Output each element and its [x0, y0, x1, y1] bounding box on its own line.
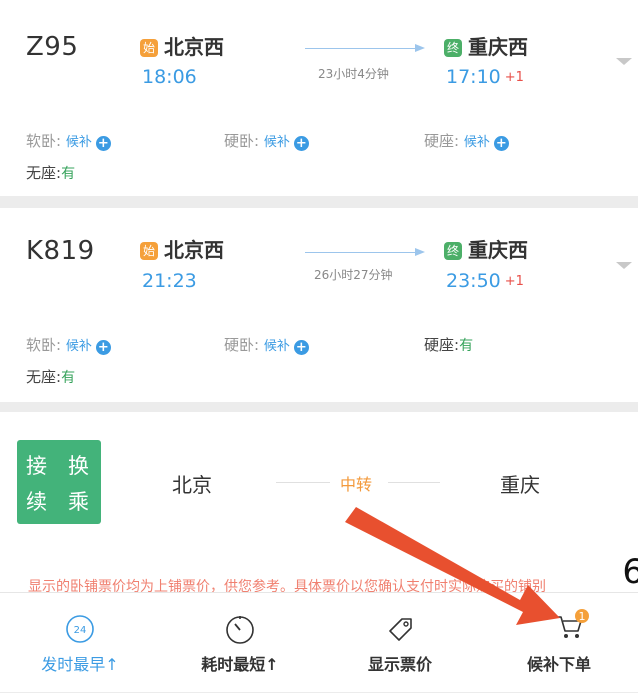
transfer-from-city: 北京 — [172, 473, 212, 497]
transfer-badge: 接 换 续 乘 — [17, 440, 101, 524]
chevron-down-icon[interactable] — [616, 58, 632, 65]
sort-shortest-button[interactable]: 耗时最短↑ — [160, 593, 320, 693]
arrival-station: 终重庆西 — [444, 31, 528, 60]
edge-char: 6 — [622, 552, 638, 592]
arrival-time: 17:10 +1 — [446, 66, 524, 88]
divider — [276, 482, 330, 483]
train-card-k819[interactable]: K819 始北京西 21:23 26小时27分钟 终重庆西 23:50 +1 软卧… — [0, 208, 638, 402]
waitlist-count-badge: 1 — [578, 610, 585, 623]
trip-duration: 23小时4分钟 — [318, 67, 389, 81]
departure-time: 21:23 — [142, 270, 197, 292]
route-arrow-head — [415, 44, 425, 52]
sort-earliest-label: 发时最早↑ — [41, 655, 119, 674]
add-waitlist-icon: + — [95, 340, 111, 355]
seat-hard-sleeper[interactable]: 硬卧: 候补 + — [224, 130, 309, 151]
seat-hard-seat: 硬座:有 — [424, 336, 474, 354]
price-tag-icon — [389, 618, 412, 641]
departure-time: 18:06 — [142, 66, 197, 88]
seat-soft-sleeper[interactable]: 软卧: 候补 + — [26, 130, 111, 151]
timer-icon — [226, 616, 254, 644]
train-number: Z95 — [26, 32, 79, 62]
add-waitlist-icon: + — [95, 136, 111, 151]
day-offset: +1 — [504, 70, 524, 85]
train-number: K819 — [26, 236, 95, 266]
departure-station: 始北京西 — [140, 234, 224, 263]
transfer-option[interactable]: 接 换 续 乘 北京 中转 重庆 — [0, 412, 638, 552]
add-waitlist-icon: + — [293, 136, 309, 151]
train-card-z95[interactable]: Z95 始北京西 18:06 23小时4分钟 终重庆西 17:10 +1 软卧: … — [0, 0, 638, 196]
departure-station: 始北京西 — [140, 31, 224, 60]
seat-hard-seat[interactable]: 硬座: 候补 + — [424, 130, 509, 151]
add-waitlist-icon: + — [493, 136, 509, 151]
trip-duration: 26小时27分钟 — [314, 268, 393, 282]
add-waitlist-icon: + — [293, 340, 309, 355]
bottom-toolbar: 24 发时最早↑ 耗时最短↑ 显示票价 1 候补下单 — [0, 592, 638, 692]
seat-standing: 无座:有 — [26, 368, 76, 386]
divider — [388, 482, 440, 483]
transfer-via-label: 中转 — [340, 475, 373, 494]
route-arrow — [305, 252, 415, 253]
chevron-down-icon[interactable] — [616, 262, 632, 269]
svg-text:24: 24 — [74, 625, 87, 636]
seat-standing: 无座:有 — [26, 164, 76, 182]
sort-earliest-button[interactable]: 24 发时最早↑ — [0, 593, 160, 693]
seat-soft-sleeper[interactable]: 软卧: 候补 + — [26, 334, 111, 355]
sort-shortest-label: 耗时最短↑ — [201, 655, 279, 674]
end-station-icon: 终 — [444, 242, 462, 260]
start-station-icon: 始 — [140, 242, 158, 260]
waitlist-order-button[interactable]: 1 候补下单 — [480, 593, 638, 693]
arrival-time: 23:50 +1 — [446, 270, 524, 292]
route-arrow-head — [415, 248, 425, 256]
seat-hard-sleeper[interactable]: 硬卧: 候补 + — [224, 334, 309, 355]
waitlist-order-label: 候补下单 — [526, 655, 591, 674]
arrival-station: 终重庆西 — [444, 234, 528, 263]
show-price-button[interactable]: 显示票价 — [320, 593, 480, 693]
cart-icon: 1 — [555, 609, 589, 638]
transfer-to-city: 重庆 — [500, 473, 540, 497]
clock-24-icon: 24 — [66, 615, 94, 643]
end-station-icon: 终 — [444, 39, 462, 57]
route-arrow — [305, 48, 415, 49]
price-notice: 显示的卧铺票价均为上铺票价，供您参考。具体票价以您确认支付时实际购买的铺别 6 — [0, 552, 638, 592]
notice-text: 显示的卧铺票价均为上铺票价，供您参考。具体票价以您确认支付时实际购买的铺别 — [28, 579, 546, 592]
day-offset: +1 — [504, 274, 524, 289]
show-price-label: 显示票价 — [367, 655, 432, 674]
start-station-icon: 始 — [140, 39, 158, 57]
